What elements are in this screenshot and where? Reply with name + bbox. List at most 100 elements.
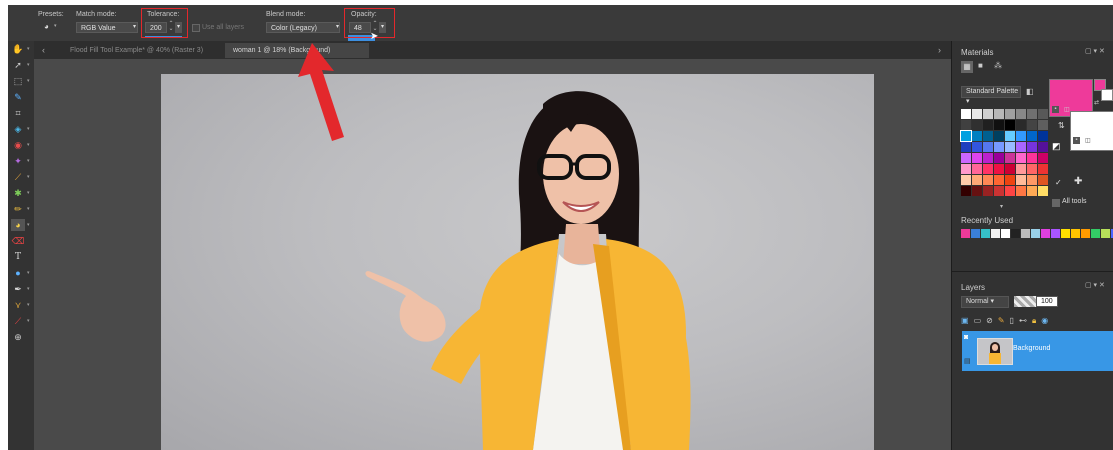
recent-color-swatch[interactable] [981,229,990,238]
palette-swatch[interactable] [1038,153,1048,163]
palette-swatch[interactable] [1038,175,1048,185]
palette-swatch[interactable] [994,120,1004,130]
palette-swatch[interactable] [1027,131,1037,141]
palette-swatch[interactable] [961,164,971,174]
flood-fill-icon[interactable]: ◕ [11,219,25,231]
palette-swatch[interactable] [1016,120,1026,130]
use-all-layers-checkbox[interactable] [192,24,200,32]
palette-swatch[interactable] [983,131,993,141]
palette-tab-icon[interactable]: ⁂ [994,61,1002,70]
fg-texture-icon[interactable]: ◫ [1064,106,1070,113]
recent-color-swatch[interactable] [1041,229,1050,238]
dropper-small-icon[interactable]: ✓ [1055,178,1062,187]
palette-swatch[interactable] [994,131,1004,141]
palette-swatch[interactable] [960,130,972,142]
palette-swatch[interactable] [972,131,982,141]
background-color-mini[interactable] [1101,89,1113,101]
selection-icon[interactable]: ⬚ [11,75,25,87]
palette-swatch[interactable] [1005,153,1015,163]
palette-swatch[interactable] [1016,109,1026,119]
layer-row-background[interactable]: ◙ ▤ Background [962,331,1113,371]
properties-icon[interactable]: ◉ [1041,316,1053,325]
tab-flood-fill-example[interactable]: Flood Fill Tool Example* @ 40% (Raster 3… [62,43,222,58]
recent-color-swatch[interactable] [1101,229,1110,238]
palette-swatch[interactable] [1005,186,1015,196]
picture-tube-icon[interactable]: ⋎ [11,299,25,311]
palette-swatch[interactable] [994,109,1004,119]
delete-layer-icon[interactable]: ▯ [1010,316,1019,325]
visibility-icon[interactable]: ◙ [964,334,968,341]
pen-icon[interactable]: ✒ [11,283,25,295]
new-layer-icon[interactable]: ▣ [961,316,974,325]
canvas-workspace[interactable] [34,59,951,450]
recent-color-swatch[interactable] [1051,229,1060,238]
all-tools-checkbox[interactable] [1052,199,1060,207]
palette-swatch[interactable] [1005,175,1015,185]
palette-swatch[interactable] [1016,186,1026,196]
palette-swatch[interactable] [1038,109,1048,119]
panel-menu-icon[interactable]: ▢ ▾ ✕ [1085,47,1105,55]
palette-swatch[interactable] [1027,153,1037,163]
recent-color-swatch[interactable] [1011,229,1020,238]
palette-swatch[interactable] [983,164,993,174]
palette-swatch[interactable] [972,142,982,152]
palette-swatch[interactable] [994,153,1004,163]
palette-swatch[interactable] [961,142,971,152]
recent-color-swatch[interactable] [1061,229,1070,238]
chevron-right-icon[interactable]: › [938,43,941,58]
chevron-down-icon[interactable]: ▾ [334,22,341,33]
dodge-icon[interactable]: ✏ [11,203,25,215]
fg-style-icon[interactable]: ▪ [1052,106,1059,113]
lock-icon[interactable]: 🔒︎ [1032,316,1041,325]
transparent-icon[interactable]: ◩ [1052,141,1061,152]
palette-swatch[interactable] [1038,186,1048,196]
palette-swatch[interactable] [1027,109,1037,119]
palette-swatch[interactable] [983,153,993,163]
canvas-image[interactable] [161,74,874,450]
chevron-down-icon[interactable]: ▾ [131,22,138,33]
swatches-tab-icon[interactable]: ■ [978,61,983,70]
palette-swatch[interactable] [1016,175,1026,185]
rainbow-tab-icon[interactable]: ▦ [961,61,973,73]
palette-swatch[interactable] [994,186,1004,196]
palette-swatch[interactable] [1038,142,1048,152]
background-color-swatch[interactable] [1070,111,1113,151]
palette-swatch[interactable] [961,120,971,130]
bg-texture-icon[interactable]: ◫ [1085,137,1091,144]
more-tools-icon[interactable]: ⊕ [11,331,25,343]
recent-color-swatch[interactable] [1021,229,1030,238]
palette-swatch[interactable] [983,109,993,119]
palette-swatch[interactable] [1038,120,1048,130]
lock-layer-icon[interactable]: ▤ [964,357,971,365]
pick-icon[interactable]: ➚ [11,59,25,71]
palette-swatch[interactable] [1027,186,1037,196]
pan-icon[interactable]: ✋ [11,43,25,55]
dropper-icon[interactable]: ⟋ [11,315,25,327]
palette-swatch[interactable] [994,164,1004,174]
palette-swatch[interactable] [972,186,982,196]
palette-swatch[interactable] [1005,131,1015,141]
recent-color-swatch[interactable] [961,229,970,238]
palette-swatch[interactable] [1016,153,1026,163]
palette-swatch[interactable] [1027,164,1037,174]
recent-color-swatch[interactable] [1031,229,1040,238]
palette-swatch[interactable] [994,142,1004,152]
eraser-icon[interactable]: ⌫ [11,235,25,247]
palette-swatch[interactable] [1038,164,1048,174]
smart-carver-icon[interactable]: ◈ [11,123,25,135]
recent-color-swatch[interactable] [991,229,1000,238]
recent-color-swatch[interactable] [1091,229,1100,238]
swap-colors-icon[interactable]: ⇄ [1094,99,1099,106]
recent-color-swatch[interactable] [1071,229,1080,238]
red-eye-icon[interactable]: ◉ [11,139,25,151]
palette-swatches[interactable] [960,109,1048,199]
chevron-left-icon[interactable]: ‹ [42,43,45,58]
palette-swatch[interactable] [961,175,971,185]
palette-swatch[interactable] [1005,109,1015,119]
palette-swatch[interactable] [972,164,982,174]
bg-style-icon[interactable]: ▪ [1073,137,1080,144]
layer-opacity-input[interactable]: 100 [1036,296,1058,307]
palette-swatch[interactable] [961,109,971,119]
layer-blend-select[interactable]: Normal ▾ [961,296,1009,308]
palette-swatch[interactable] [994,175,1004,185]
